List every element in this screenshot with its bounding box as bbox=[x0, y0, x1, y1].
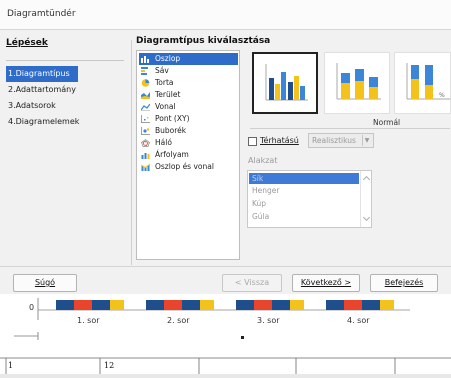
scroll-up-icon[interactable] bbox=[362, 175, 371, 184]
background-table: 1 12 bbox=[0, 344, 451, 374]
chart-type-label: Torta bbox=[155, 78, 174, 87]
three-d-label[interactable]: Térhatású bbox=[260, 136, 299, 145]
steps-panel: Lépések 1.Diagramtípus 2.Adattartomány 3… bbox=[6, 38, 128, 268]
column-line-chart-icon bbox=[141, 163, 150, 171]
finish-button-label: Befejezés bbox=[384, 278, 424, 287]
style-select-value: Realisztikus bbox=[312, 136, 356, 145]
button-bar-divider bbox=[0, 266, 451, 267]
step-chart-type[interactable]: 1.Diagramtípus bbox=[6, 66, 78, 82]
shape-list[interactable]: Sík Henger Kúp Gúla bbox=[247, 170, 372, 228]
chart-bars bbox=[56, 300, 394, 310]
window-title: Diagramtündér bbox=[7, 9, 76, 19]
chart-type-label: Terület bbox=[155, 90, 181, 99]
y-tick-label: 0 bbox=[29, 303, 35, 312]
area-chart-icon bbox=[141, 92, 150, 99]
chart-type-scatter[interactable]: Pont (XY) bbox=[139, 113, 238, 125]
chart-type-label: Vonal bbox=[155, 102, 176, 111]
chart-type-label: Háló bbox=[155, 138, 172, 147]
stacked-column-preview bbox=[336, 63, 381, 100]
shape-list-scrollbar[interactable] bbox=[360, 171, 371, 227]
net-chart-icon bbox=[141, 139, 150, 147]
column-chart-icon bbox=[141, 56, 149, 63]
finish-button[interactable]: Befejezés bbox=[370, 274, 438, 292]
title-bar: Diagramtündér bbox=[0, 0, 451, 30]
background-chart-svg bbox=[14, 298, 410, 340]
scroll-down-icon[interactable] bbox=[362, 213, 371, 222]
help-button-label: Súgó bbox=[34, 278, 56, 287]
chart-type-list[interactable]: Oszlop Sáv Torta Terület Vonal Pont (XY)… bbox=[136, 50, 240, 260]
variant-stacked-thumbnail[interactable] bbox=[324, 52, 390, 114]
chart-type-column[interactable]: Oszlop bbox=[139, 53, 238, 65]
table-cell[interactable]: 1 bbox=[8, 361, 13, 370]
line-chart-icon bbox=[141, 103, 150, 111]
normal-column-preview bbox=[265, 64, 308, 101]
three-d-style-select[interactable]: Realisztikus ▼ bbox=[308, 133, 374, 148]
panel-divider bbox=[131, 40, 132, 265]
shape-option-cylinder[interactable]: Henger bbox=[249, 185, 359, 196]
percent-stacked-column-preview: % bbox=[406, 63, 450, 100]
variant-normal-thumbnail[interactable] bbox=[252, 52, 318, 114]
bubble-chart-icon bbox=[141, 127, 150, 135]
chart-type-label: Oszlop és vonal bbox=[155, 162, 214, 171]
step-data-series[interactable]: 3.Adatsorok bbox=[6, 98, 78, 114]
category-label: 2. sor bbox=[167, 316, 190, 325]
category-label: 4. sor bbox=[347, 316, 370, 325]
next-button[interactable]: Következő > bbox=[292, 274, 360, 292]
chart-type-column-line[interactable]: Oszlop és vonal bbox=[139, 161, 238, 173]
chart-wizard-dialog: Diagramtündér Lépések 1.Diagramtípus 2.A… bbox=[0, 0, 451, 300]
variant-label: Normál bbox=[373, 118, 401, 127]
next-button-label: Következő > bbox=[300, 278, 352, 287]
back-button-label: < Vissza bbox=[234, 278, 270, 287]
step-data-range[interactable]: 2.Adattartomány bbox=[6, 82, 78, 98]
chart-type-label: Árfolyam bbox=[155, 150, 189, 159]
chart-type-heading: Diagramtípus kiválasztása bbox=[136, 36, 271, 46]
steps-list: 1.Diagramtípus 2.Adattartomány 3.Adatsor… bbox=[6, 66, 79, 130]
chart-type-net[interactable]: Háló bbox=[139, 137, 238, 149]
steps-divider-line bbox=[6, 60, 124, 61]
step-chart-elements[interactable]: 4.Diagramelemek bbox=[6, 114, 79, 130]
category-label: 1. sor bbox=[77, 316, 100, 325]
table-cell[interactable]: 12 bbox=[104, 361, 114, 370]
chart-type-label: Buborék bbox=[155, 126, 187, 135]
steps-heading: Lépések bbox=[6, 38, 48, 48]
chart-type-bubble[interactable]: Buborék bbox=[139, 125, 238, 137]
scatter-chart-icon bbox=[141, 115, 150, 123]
chart-type-area[interactable]: Terület bbox=[139, 89, 238, 101]
pie-chart-icon bbox=[141, 79, 150, 87]
shape-option-cone[interactable]: Kúp bbox=[249, 198, 359, 209]
chart-type-stock[interactable]: Árfolyam bbox=[139, 149, 238, 161]
variant-divider bbox=[250, 128, 450, 129]
table-grid bbox=[0, 357, 451, 374]
chevron-down-icon[interactable]: ▼ bbox=[362, 135, 371, 146]
shape-option-pyramid[interactable]: Gúla bbox=[249, 211, 359, 222]
chart-type-label: Pont (XY) bbox=[155, 114, 190, 123]
background-chart: 0 1. sor 2. sor 3. sor 4. sor bbox=[0, 294, 451, 344]
three-d-checkbox[interactable] bbox=[248, 137, 257, 146]
chart-type-label: Sáv bbox=[155, 66, 169, 75]
chart-type-pie[interactable]: Torta bbox=[139, 77, 238, 89]
chart-type-bar[interactable]: Sáv bbox=[139, 65, 238, 77]
shape-option-flat[interactable]: Sík bbox=[249, 173, 359, 184]
back-button[interactable]: < Vissza bbox=[222, 274, 282, 292]
bar-chart-icon bbox=[141, 67, 148, 75]
chart-type-line[interactable]: Vonal bbox=[139, 101, 238, 113]
variant-percent-stacked-thumbnail[interactable]: % bbox=[394, 52, 451, 114]
chart-type-label: Oszlop bbox=[155, 54, 181, 63]
selection-handle[interactable] bbox=[241, 336, 244, 339]
category-label: 3. sor bbox=[257, 316, 280, 325]
svg-text:%: % bbox=[439, 92, 445, 99]
help-button[interactable]: Súgó bbox=[13, 274, 77, 292]
shape-label: Alakzat bbox=[248, 156, 278, 165]
stock-chart-icon bbox=[141, 153, 150, 159]
